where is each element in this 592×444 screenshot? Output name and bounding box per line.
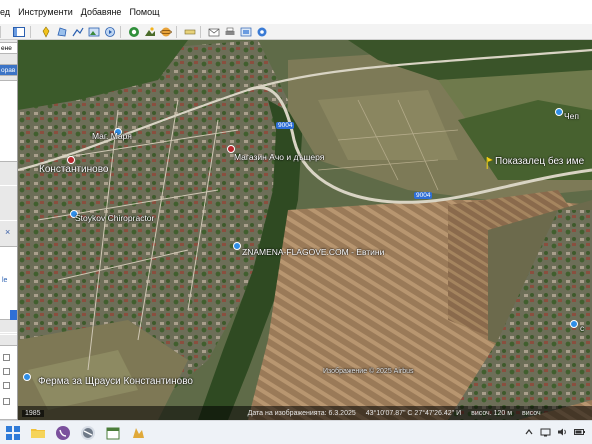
calendar-icon[interactable]	[104, 424, 122, 442]
ruler-icon[interactable]	[183, 26, 196, 38]
layer-checkbox[interactable]	[3, 354, 10, 361]
menu-add[interactable]: Добавяне	[77, 0, 126, 24]
toolbar-separator	[0, 25, 1, 38]
sidebar-toggle-icon[interactable]	[11, 26, 26, 38]
planets-icon[interactable]	[159, 26, 172, 38]
chevron-up-icon[interactable]	[524, 427, 534, 439]
places-pane: le	[0, 246, 17, 320]
satellite-imagery	[18, 40, 592, 420]
battery-icon[interactable]	[574, 427, 586, 439]
speaker-icon[interactable]	[557, 427, 568, 439]
map-label-ostrich-farm[interactable]: Ферма за Щрауси Константиново	[38, 376, 193, 387]
store-pin-icon[interactable]	[233, 242, 241, 250]
menu-help[interactable]: Помощ	[125, 0, 163, 24]
elevation-readout: височ. 120 м	[471, 409, 513, 417]
google-earth-window: ед Инструменти Добавяне Помощ ене орав ×…	[0, 0, 592, 444]
menu-tools[interactable]: Инструменти	[14, 0, 77, 24]
imagery-attribution: Изображение © 2025 Airbus	[323, 368, 414, 375]
historical-imagery-icon[interactable]	[127, 26, 140, 38]
sidebar-panel: ене орав × le	[0, 40, 18, 420]
polygon-icon[interactable]	[55, 26, 68, 38]
menu-edit[interactable]: ед	[0, 0, 14, 24]
toolbar-separator	[120, 25, 121, 38]
place-pin-icon[interactable]	[570, 320, 578, 328]
search-results-pane	[0, 80, 17, 162]
search-button[interactable]: орав	[0, 64, 17, 76]
layer-checkbox[interactable]	[3, 382, 10, 389]
menu-bar: ед Инструменти Добавяне Помощ	[0, 0, 592, 24]
historical-year-badge[interactable]: 1985	[22, 409, 44, 417]
road-label-9004: 9004	[414, 192, 433, 199]
print-icon[interactable]	[223, 26, 236, 38]
map-label-shop-acho[interactable]: Магазин Ачо и дъщеря	[234, 152, 324, 162]
file-explorer-icon[interactable]	[29, 424, 47, 442]
sidebar-divider	[0, 185, 17, 221]
status-bar: 1985 Дата на изображенията: 6.3.2025 43°…	[18, 406, 592, 420]
layers-divider	[0, 332, 17, 335]
image-overlay-icon[interactable]	[87, 26, 100, 38]
save-image-icon[interactable]	[239, 26, 252, 38]
farm-pin-icon[interactable]	[23, 373, 31, 381]
windows-start-icon[interactable]	[4, 424, 22, 442]
search-tab-label[interactable]: ене	[0, 42, 17, 54]
network-icon[interactable]	[540, 427, 551, 439]
map-label-chep[interactable]: Чеп	[564, 111, 579, 121]
road-label-9004: 9004	[276, 122, 295, 129]
maps-icon[interactable]	[255, 26, 268, 38]
toolbar-separator	[30, 25, 31, 38]
placemark-icon[interactable]	[39, 26, 52, 38]
map-label-right-edge[interactable]: с	[580, 323, 584, 333]
places-scroll-marker[interactable]	[10, 310, 17, 320]
map-label-shop-marya[interactable]: Маг. Маря	[92, 131, 132, 141]
sun-icon[interactable]	[143, 26, 156, 38]
close-icon[interactable]: ×	[5, 228, 10, 237]
toolbar-separator	[176, 25, 177, 38]
tour-icon[interactable]	[103, 26, 116, 38]
map-label-unnamed-placemark[interactable]: Показалец без име	[495, 156, 584, 167]
google-earth-icon[interactable]	[79, 424, 97, 442]
toolbar	[0, 24, 592, 40]
path-icon[interactable]	[71, 26, 84, 38]
system-tray	[524, 421, 592, 444]
place-pin-icon[interactable]	[555, 108, 563, 116]
map-label-chiropractor[interactable]: Stoykov Chiropractor	[75, 213, 154, 223]
layer-checkbox[interactable]	[3, 368, 10, 375]
viber-icon[interactable]	[54, 424, 72, 442]
map-label-village[interactable]: Константиново	[39, 164, 108, 175]
cursor-coordinates: 43°10'07.87" С 27°47'26.42" И	[365, 409, 462, 417]
map-label-znamena[interactable]: ZNAMENA-FLAGOVE.COM - Евтини	[242, 247, 384, 257]
toolbar-separator	[200, 25, 201, 38]
map-view[interactable]: Константиново Маг. Маря Магазин Ачо и дъ…	[18, 40, 592, 420]
layers-pane	[0, 345, 17, 420]
layer-checkbox[interactable]	[3, 398, 10, 405]
windows-taskbar	[0, 420, 592, 444]
village-pin-icon[interactable]	[67, 156, 75, 164]
email-icon[interactable]	[207, 26, 220, 38]
placemark-yellow-icon[interactable]	[486, 157, 494, 169]
pinned-app-icon[interactable]	[129, 424, 147, 442]
imagery-date: Дата на изображенията: 6.3.2025	[247, 409, 356, 417]
eye-altitude-readout: височ	[522, 409, 541, 417]
places-item-label[interactable]: le	[2, 277, 7, 284]
